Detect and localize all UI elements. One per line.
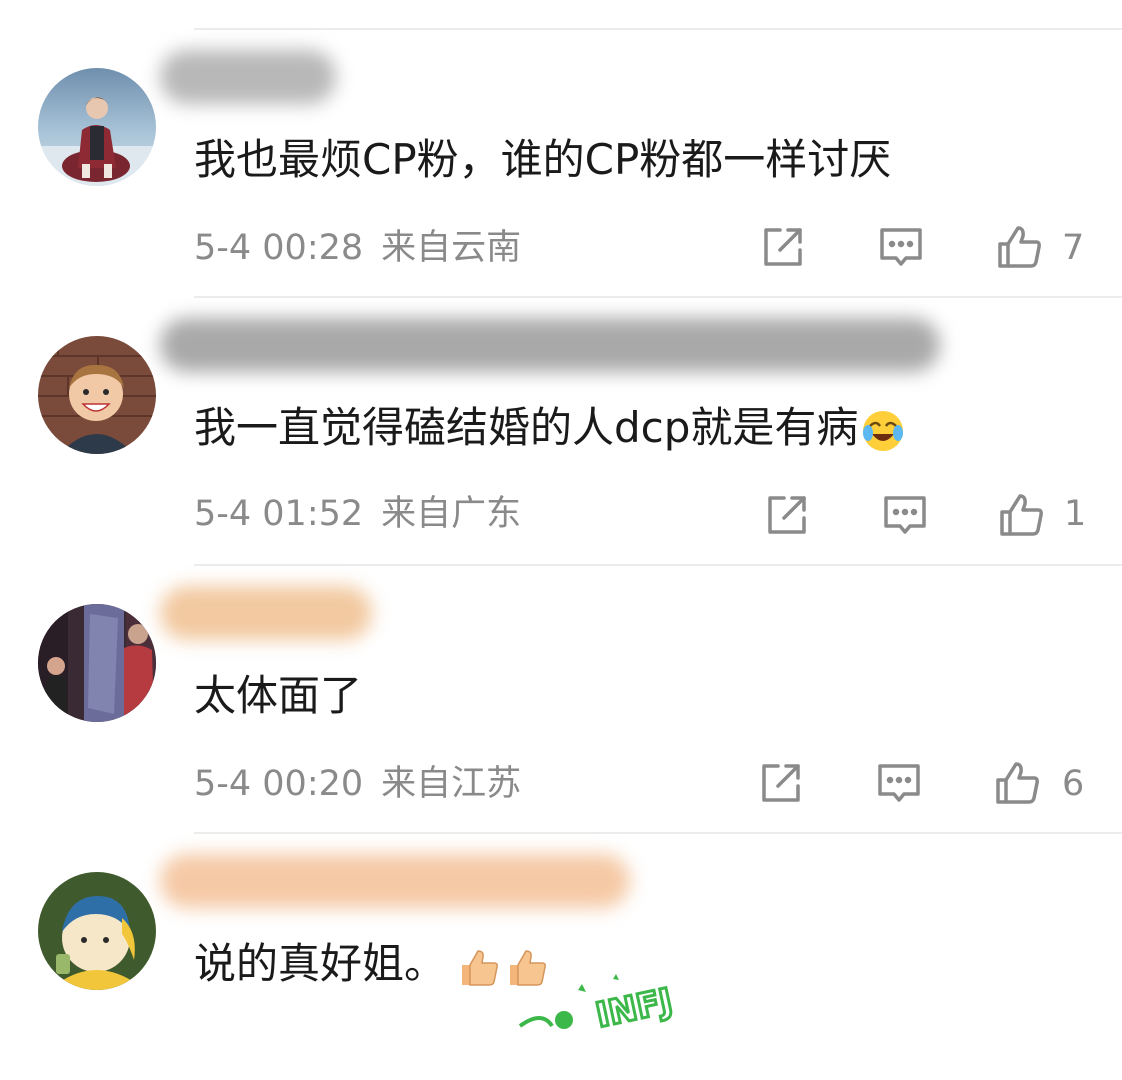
comment-item: 太体面了 5-4 00:20 来自江苏 6 — [0, 566, 1122, 834]
thumbs-up-icon[interactable] — [996, 490, 1046, 540]
thumbs-up-icon[interactable] — [992, 758, 1042, 808]
comment-location: 来自广东 — [381, 494, 522, 534]
comment-item: 我一直觉得磕结婚的人dcp就是有病 5-4 01:52 来自广东 1 — [0, 298, 1122, 566]
comment-icon[interactable] — [874, 758, 924, 808]
avatar[interactable] — [38, 336, 156, 454]
comment-meta: 5-4 00:20 来自江苏 — [194, 754, 521, 814]
username-blurred[interactable] — [160, 854, 630, 908]
like-count: 7 — [1062, 228, 1085, 268]
username-blurred[interactable] — [160, 50, 336, 104]
laugh-cry-emoji-icon — [863, 410, 904, 451]
comment-text: 说的真好姐。 — [194, 934, 548, 994]
comment-location: 来自江苏 — [381, 764, 522, 804]
comment-text: 太体面了 — [194, 671, 363, 720]
share-icon[interactable] — [762, 490, 812, 540]
avatar[interactable] — [38, 604, 156, 722]
sticker-label: INFJ — [592, 981, 676, 1036]
thumbs-up-icon[interactable] — [994, 222, 1044, 272]
share-icon[interactable] — [756, 758, 806, 808]
bottom-fade — [0, 1052, 1122, 1080]
thumbs-up-emoji-icon — [462, 949, 498, 986]
comment-time: 5-4 01:52 — [194, 494, 364, 534]
comment-icon[interactable] — [876, 222, 926, 272]
avatar[interactable] — [38, 872, 156, 990]
username-blurred[interactable] — [160, 586, 372, 640]
comment-location: 来自云南 — [381, 228, 522, 268]
comment-item: 我也最烦CP粉，谁的CP粉都一样讨厌 5-4 00:28 来自云南 7 — [0, 30, 1122, 298]
comment-list: 我也最烦CP粉，谁的CP粉都一样讨厌 5-4 00:28 来自云南 7 我一直觉… — [0, 0, 1122, 1080]
comment-time: 5-4 00:28 — [194, 228, 364, 268]
username-blurred[interactable] — [160, 318, 940, 372]
share-icon[interactable] — [758, 222, 808, 272]
avatar[interactable] — [38, 68, 156, 186]
like-count: 1 — [1064, 494, 1087, 534]
comment-icon[interactable] — [880, 490, 930, 540]
comment-meta: 5-4 00:28 来自云南 — [194, 218, 521, 278]
infj-sticker: INFJ — [512, 970, 692, 1042]
comment-item: 说的真好姐。 — [0, 834, 1122, 1080]
comment-text-content: 说的真好姐。 — [194, 939, 447, 988]
comment-text: 我一直觉得磕结婚的人dcp就是有病 — [194, 398, 906, 458]
comment-text-content: 我一直觉得磕结婚的人dcp就是有病 — [194, 403, 859, 452]
comment-meta: 5-4 01:52 来自广东 — [194, 484, 521, 544]
comment-text: 我也最烦CP粉，谁的CP粉都一样讨厌 — [194, 135, 892, 184]
comment-time: 5-4 00:20 — [194, 764, 364, 804]
like-count: 6 — [1062, 764, 1085, 804]
